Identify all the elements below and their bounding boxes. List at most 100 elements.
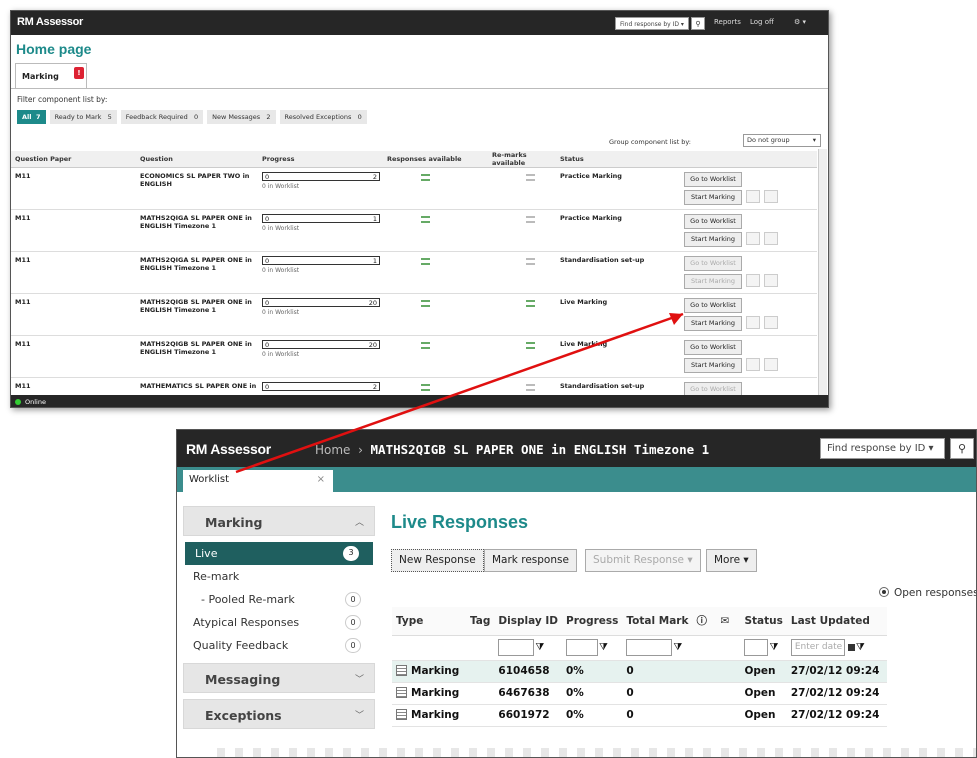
- find-response-input[interactable]: Find response by ID ▾: [820, 438, 945, 459]
- progress-filter-input[interactable]: [566, 639, 598, 656]
- open-responses-radio[interactable]: Open responses: [879, 587, 976, 599]
- calendar-icon[interactable]: [847, 644, 855, 651]
- col-progress[interactable]: Progress: [562, 607, 623, 636]
- col-status: Status: [556, 151, 680, 168]
- info-icon[interactable]: ⓘ: [692, 607, 717, 636]
- col-progress: Progress: [258, 151, 383, 168]
- info-icon[interactable]: [764, 232, 778, 245]
- start-marking-button[interactable]: Start Marking: [684, 358, 742, 373]
- group-select[interactable]: Do not group ▾: [743, 134, 821, 147]
- sidebar-section-exceptions[interactable]: Exceptions ﹀: [183, 699, 375, 729]
- gear-icon[interactable]: ⚙ ▾: [794, 18, 806, 26]
- tab-marking[interactable]: Marking !: [15, 63, 87, 88]
- go-to-worklist-button[interactable]: Go to Worklist: [684, 256, 742, 271]
- close-icon[interactable]: ×: [317, 474, 325, 485]
- list-icon[interactable]: [526, 300, 535, 307]
- list-icon[interactable]: [421, 174, 430, 181]
- col-question[interactable]: Question: [136, 151, 258, 168]
- start-marking-button[interactable]: Start Marking: [684, 274, 742, 289]
- sidebar-item-quality-feedback[interactable]: Quality Feedback 0: [183, 634, 375, 657]
- go-to-worklist-button[interactable]: Go to Worklist: [684, 298, 742, 313]
- info-icon[interactable]: [764, 358, 778, 371]
- list-icon[interactable]: [526, 342, 535, 349]
- logoff-link[interactable]: Log off: [750, 18, 774, 26]
- col-type[interactable]: Type: [392, 607, 466, 636]
- start-marking-button[interactable]: Start Marking: [684, 190, 742, 205]
- message-icon[interactable]: [746, 358, 760, 371]
- table-row[interactable]: Marking 6104658 0% 0 Open 27/02/12 09:24: [392, 660, 887, 683]
- go-to-worklist-button[interactable]: Go to Worklist: [684, 340, 742, 355]
- info-icon[interactable]: [764, 274, 778, 287]
- search-icon[interactable]: ⚲: [691, 17, 705, 30]
- progress-input[interactable]: 01: [262, 214, 380, 223]
- date-filter-input[interactable]: Enter date: [790, 639, 845, 656]
- list-icon[interactable]: [421, 342, 430, 349]
- filter-new-messages[interactable]: New Messages 2: [207, 110, 276, 124]
- list-icon[interactable]: [526, 174, 535, 181]
- submit-response-button[interactable]: Submit Response ▾: [585, 549, 701, 572]
- info-icon[interactable]: [764, 190, 778, 203]
- envelope-icon[interactable]: ✉: [716, 607, 741, 636]
- start-marking-button[interactable]: Start Marking: [684, 232, 742, 247]
- list-icon[interactable]: [421, 300, 430, 307]
- filter-icon[interactable]: ⧩: [535, 642, 544, 653]
- list-icon[interactable]: [421, 384, 430, 391]
- filter-icon[interactable]: ⧩: [856, 642, 865, 653]
- message-icon[interactable]: [746, 316, 760, 329]
- list-icon[interactable]: [421, 258, 430, 265]
- find-response-input[interactable]: Find response by ID ▾: [615, 17, 689, 30]
- message-icon[interactable]: [746, 190, 760, 203]
- status-filter-input[interactable]: [744, 639, 769, 656]
- sidebar-item-atypical[interactable]: Atypical Responses 0: [183, 611, 375, 634]
- filter-icon[interactable]: ⧩: [673, 642, 682, 653]
- more-button[interactable]: More ▾: [706, 549, 757, 572]
- go-to-worklist-button[interactable]: Go to Worklist: [684, 172, 742, 187]
- progress-cell: 0%: [562, 682, 623, 705]
- col-display-id[interactable]: Display ID: [494, 607, 562, 636]
- table-row[interactable]: Marking 6601972 0% 0 Open 27/02/12 09:24: [392, 704, 887, 727]
- filter-feedback-required[interactable]: Feedback Required 0: [120, 110, 204, 124]
- filter-resolved-exceptions[interactable]: Resolved Exceptions 0: [279, 110, 367, 124]
- filter-icon[interactable]: ⧩: [599, 642, 608, 653]
- total-mark-filter-input[interactable]: [626, 639, 673, 656]
- col-last-updated[interactable]: Last Updated: [786, 607, 887, 636]
- new-response-button[interactable]: New Response: [391, 549, 484, 572]
- last-updated-cell: 27/02/12 09:24: [786, 660, 887, 683]
- list-icon[interactable]: [526, 258, 535, 265]
- search-icon[interactable]: ⚲: [950, 438, 974, 459]
- sidebar-item-live[interactable]: Live 3: [185, 542, 373, 565]
- filter-ready-to-mark[interactable]: Ready to Mark 5: [49, 110, 117, 124]
- tab-worklist[interactable]: Worklist ×: [183, 470, 333, 492]
- list-icon[interactable]: [421, 216, 430, 223]
- reports-link[interactable]: Reports: [714, 18, 741, 26]
- col-total-mark[interactable]: Total Mark: [622, 607, 693, 636]
- list-icon[interactable]: [526, 384, 535, 391]
- info-cell: [692, 704, 717, 727]
- display-id-filter-input[interactable]: [498, 639, 535, 656]
- sidebar-section-marking[interactable]: Marking ︿: [183, 506, 375, 536]
- col-status[interactable]: Status: [740, 607, 787, 636]
- col-tag[interactable]: Tag: [466, 607, 495, 636]
- question-paper-cell: M11: [11, 251, 136, 294]
- list-icon[interactable]: [526, 216, 535, 223]
- progress-input[interactable]: 02: [262, 172, 380, 181]
- progress-input[interactable]: 01: [262, 256, 380, 265]
- sidebar-item-remark[interactable]: Re-mark: [183, 565, 375, 588]
- message-icon[interactable]: [746, 232, 760, 245]
- progress-input[interactable]: 02: [262, 382, 380, 391]
- breadcrumb-home[interactable]: Home: [315, 443, 350, 457]
- mark-response-button[interactable]: Mark response: [484, 549, 577, 572]
- filter-icon[interactable]: ⧩: [769, 642, 778, 653]
- sidebar-item-pooled-remark[interactable]: - Pooled Re-mark 0: [183, 588, 375, 611]
- scrollbar[interactable]: [818, 149, 827, 395]
- progress-input[interactable]: 0 20: [262, 340, 380, 349]
- table-row[interactable]: Marking 6467638 0% 0 Open 27/02/12 09:24: [392, 682, 887, 705]
- info-icon[interactable]: [764, 316, 778, 329]
- progress-input[interactable]: 0 20: [262, 298, 380, 307]
- message-icon[interactable]: [746, 274, 760, 287]
- col-question-paper[interactable]: Question Paper: [11, 151, 136, 168]
- sidebar-section-messaging[interactable]: Messaging ﹀: [183, 663, 375, 693]
- filter-all[interactable]: All 7: [17, 110, 46, 124]
- go-to-worklist-button[interactable]: Go to Worklist: [684, 214, 742, 229]
- start-marking-button[interactable]: Start Marking: [684, 316, 742, 331]
